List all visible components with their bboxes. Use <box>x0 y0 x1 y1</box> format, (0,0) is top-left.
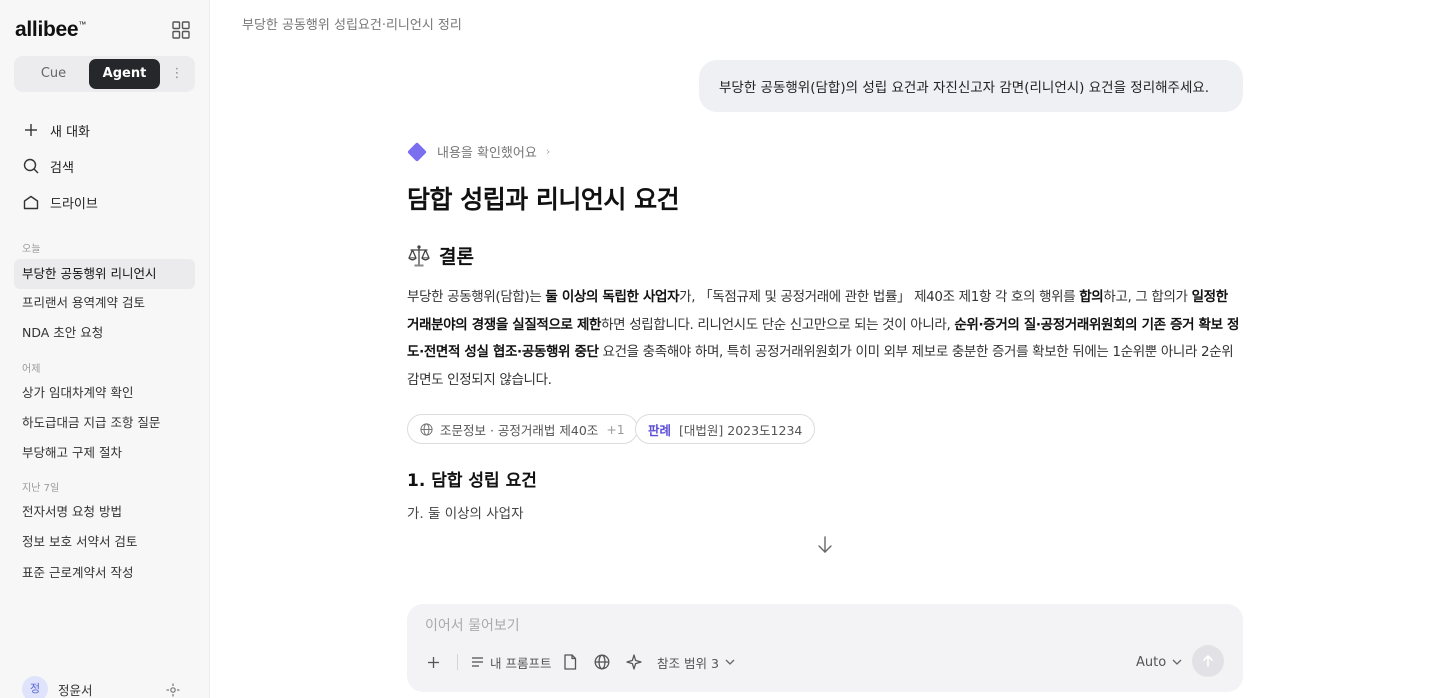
sparkle-icon <box>626 654 642 670</box>
folder-icon <box>22 193 40 211</box>
thinking-status-toggle[interactable]: 내용을 확인했어요 › <box>407 141 551 162</box>
text-span: 하고, 그 합의가 <box>1103 289 1192 305</box>
source-chip-case[interactable]: 판례 [대법원] 2023도1234 <box>635 414 816 444</box>
attach-button[interactable] <box>427 652 440 672</box>
avatar: 정 <box>22 676 48 698</box>
reference-scope-select[interactable]: 참조 범위 3 <box>657 652 735 672</box>
logo[interactable]: allibee™ <box>15 18 86 42</box>
globe-icon <box>420 422 433 436</box>
plus-icon <box>428 656 439 668</box>
toolbar-divider <box>457 654 458 670</box>
user-name: 정윤서 <box>58 682 93 698</box>
section-label-yesterday: 어제 <box>22 364 41 375</box>
plus-icon <box>22 121 40 139</box>
logo-text: allibee <box>15 18 79 41</box>
chevron-right-icon: › <box>545 145 551 158</box>
drive-label: 드라이브 <box>50 196 98 212</box>
conclusion-paragraph: 부당한 공동행위(담합)는 둘 이상의 독립한 사업자가, 「독점규제 및 공정… <box>407 284 1243 394</box>
sub-item: 가. 둘 이상의 사업자 <box>407 506 524 522</box>
history-item[interactable]: 전자서명 요청 방법 <box>14 497 195 527</box>
bold-text: 합의 <box>1079 289 1104 305</box>
settings-icon[interactable] <box>166 682 180 697</box>
history-item[interactable]: 표준 근로계약서 작성 <box>14 558 195 588</box>
follow-up-input[interactable] <box>425 616 1025 636</box>
composer: 내 프롬프트 참조 범위 3 Auto <box>407 604 1243 692</box>
drive-button[interactable]: 드라이브 <box>22 191 98 213</box>
history-item[interactable]: 부당해고 구제 절차 <box>14 438 195 468</box>
section-heading: 1. 담합 성립 요건 <box>407 471 537 491</box>
response-title: 담합 성립과 리니언시 요건 <box>407 185 680 214</box>
user-message-text: 부당한 공동행위(담합)의 성립 요건과 자진신고자 감면(리니언시) 요건을 … <box>719 80 1210 96</box>
history-item[interactable]: NDA 초안 요청 <box>14 318 195 348</box>
search-icon <box>22 157 40 175</box>
section-label-today: 오늘 <box>22 244 41 255</box>
history-item[interactable]: 부당한 공동행위 리니언시 <box>14 259 195 289</box>
search-button[interactable]: 검색 <box>22 155 74 177</box>
sidebar: allibee™ Cue Agent ⋮ 새 대화 검색 드라이브 오늘 부당한… <box>0 0 210 698</box>
more-options-icon[interactable]: ⋮ <box>170 65 184 83</box>
my-prompt-label: 내 프롬프트 <box>490 655 552 671</box>
history-item[interactable]: 프리랜서 용역계약 검토 <box>14 288 195 318</box>
globe-icon <box>594 654 610 670</box>
conclusion-heading-text: 결론 <box>439 246 474 268</box>
mode-switch: Cue Agent ⋮ <box>14 56 195 92</box>
arrow-up-icon <box>1203 655 1213 667</box>
search-label: 검색 <box>50 160 74 176</box>
diamond-icon <box>407 141 427 162</box>
history-item[interactable]: 정보 보호 서약서 검토 <box>14 527 195 557</box>
history-item[interactable]: 하도급대금 지급 조항 질문 <box>14 408 195 438</box>
section-label-last-7-days: 지난 7일 <box>22 483 60 494</box>
text-span: 하면 성립합니다. 리니언시도 단순 신고만으로 되는 것이 아니라, <box>601 316 955 333</box>
mode-cue-button[interactable]: Cue <box>18 59 89 89</box>
breadcrumb: 부당한 공동행위 성립요건·리니언시 정리 <box>242 18 462 33</box>
user-message-bubble: 부당한 공동행위(담합)의 성립 요건과 자진신고자 감면(리니언시) 요건을 … <box>699 60 1243 112</box>
status-text: 내용을 확인했어요 <box>437 146 537 161</box>
chip-extra-count: +1 <box>606 421 625 437</box>
logo-trademark: ™ <box>78 20 86 29</box>
file-button[interactable] <box>563 652 577 672</box>
source-chip-statute[interactable]: 조문정보 · 공정거래법 제40조 +1 <box>407 414 638 444</box>
bold-text: 둘 이상의 독립한 사업자 <box>545 289 680 305</box>
new-chat-button[interactable]: 새 대화 <box>22 119 90 141</box>
list-icon <box>472 657 483 667</box>
send-button[interactable] <box>1192 645 1224 677</box>
history-item[interactable]: 상가 임대차계약 확인 <box>14 378 195 408</box>
reference-scope-label: 참조 범위 3 <box>657 655 719 671</box>
model-select[interactable]: Auto <box>1136 652 1182 672</box>
new-chat-label: 새 대화 <box>50 124 91 140</box>
user-profile[interactable]: 정 정윤서 <box>22 676 93 698</box>
chevron-down-icon <box>725 659 735 665</box>
my-prompt-button[interactable]: 내 프롬프트 <box>471 652 551 672</box>
chip-label: 조문정보 · 공정거래법 제40조 <box>440 422 599 438</box>
chevron-down-icon <box>1172 659 1182 665</box>
arrow-down-icon[interactable] <box>817 536 833 554</box>
apps-grid-icon[interactable] <box>172 21 190 39</box>
chip-label: [대법원] 2023도1234 <box>679 422 803 438</box>
mode-agent-button[interactable]: Agent <box>89 59 160 89</box>
conclusion-heading: 결론 <box>407 242 474 269</box>
model-label: Auto <box>1136 654 1167 670</box>
ai-tools-button[interactable] <box>626 652 642 672</box>
chip-tag: 판례 <box>648 422 672 438</box>
scales-icon <box>408 244 430 266</box>
web-search-button[interactable] <box>594 652 610 672</box>
text-span: 부당한 공동행위(담합)는 <box>407 289 546 305</box>
document-icon <box>564 654 577 670</box>
text-span: 가, 「독점규제 및 공정거래에 관한 법률」 제40조 제1항 각 호의 행위… <box>679 289 1080 305</box>
